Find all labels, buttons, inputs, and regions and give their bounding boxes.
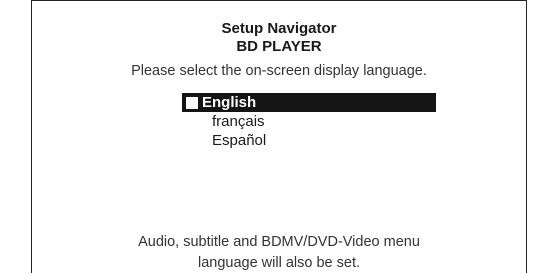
footer-note-line-1: Audio, subtitle and BDMV/DVD-Video menu xyxy=(138,234,420,250)
language-option-espanol[interactable]: Español xyxy=(182,131,436,150)
language-option-english[interactable]: English xyxy=(182,93,436,112)
instruction-text: Please select the on-screen display lang… xyxy=(131,63,427,79)
language-option-label: français xyxy=(212,113,265,130)
footer-note-line-2: language will also be set. xyxy=(197,255,361,271)
language-option-label: English xyxy=(202,94,257,111)
language-list: English français Español xyxy=(182,93,436,150)
setup-navigator-screen: Setup Navigator BD PLAYER Please select … xyxy=(31,0,527,273)
language-option-label: Español xyxy=(212,132,267,149)
device-name: BD PLAYER xyxy=(236,38,322,55)
language-option-francais[interactable]: français xyxy=(182,112,436,131)
selection-marker-icon xyxy=(186,97,198,109)
page-title: Setup Navigator xyxy=(221,20,337,37)
